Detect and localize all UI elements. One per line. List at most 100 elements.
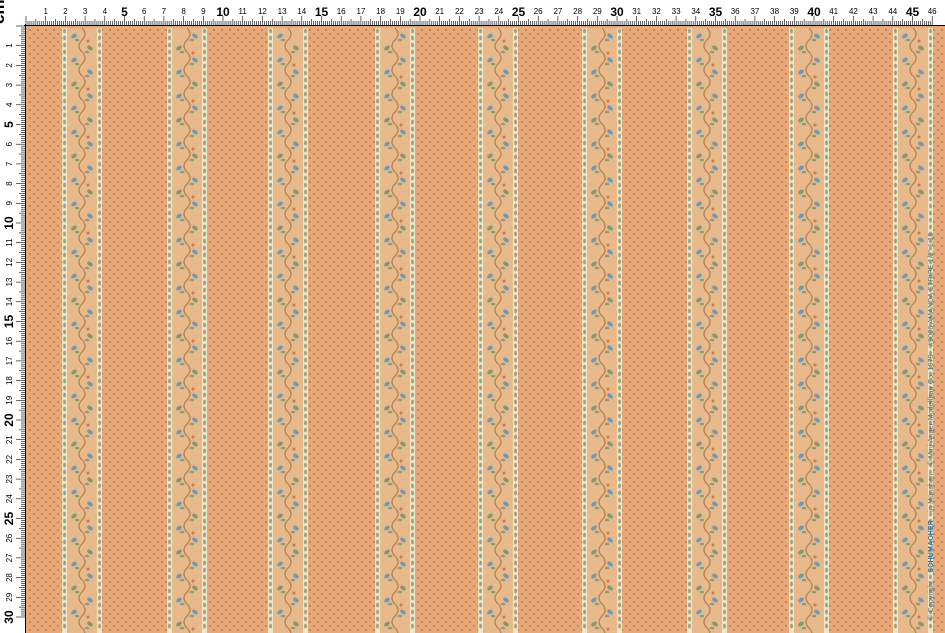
border-leaf [688, 35, 691, 41]
border-leaf [269, 462, 272, 468]
small-leaf [699, 422, 705, 426]
border-leaf [479, 378, 482, 384]
small-leaf [387, 194, 393, 198]
border-leaf [376, 406, 379, 412]
border-leaf [790, 231, 793, 237]
border-leaf [479, 581, 482, 587]
border-leaf [63, 623, 66, 629]
small-leaf [604, 518, 610, 522]
ruler-top-label: 23 [475, 7, 484, 16]
border-leaf [723, 399, 726, 405]
border-leaf [894, 427, 897, 433]
border-leaf [411, 553, 414, 559]
border-leaf [63, 119, 66, 125]
small-leaf [490, 470, 496, 474]
ruler-left-label: 3 [5, 82, 14, 87]
ruler-left-label: 15 [2, 315, 16, 329]
border-leaf [98, 189, 101, 195]
border-leaf [688, 497, 691, 503]
border-leaf [723, 133, 726, 139]
border-leaf [618, 532, 621, 538]
border-leaf [304, 140, 307, 146]
border-leaf [514, 546, 517, 552]
border-leaf [825, 231, 828, 237]
border-leaf [929, 112, 932, 118]
border-leaf [168, 511, 171, 517]
border-leaf [583, 434, 586, 440]
small-leaf [397, 470, 403, 474]
border-leaf [63, 553, 66, 559]
maker-text: © Mini Anger-Modellbau Co. 1979 [928, 354, 935, 466]
small-leaf [189, 206, 195, 210]
border-leaf [98, 406, 101, 412]
border-leaf [723, 161, 726, 167]
border-leaf [304, 161, 307, 167]
border-leaf [304, 259, 307, 265]
border-leaf [203, 161, 206, 167]
border-leaf [304, 119, 307, 125]
small-leaf [179, 362, 185, 366]
border-leaf [894, 35, 897, 41]
border-leaf [514, 476, 517, 482]
border-leaf [411, 609, 414, 615]
small-leaf [801, 578, 807, 582]
flower-bud [191, 579, 195, 583]
border-leaf [894, 539, 897, 545]
flower-bud [86, 567, 90, 571]
border-leaf [688, 147, 691, 153]
border-leaf [376, 532, 379, 538]
border-leaf [618, 168, 621, 174]
border-leaf [479, 623, 482, 629]
ruler-top-label: 45 [906, 5, 920, 19]
border-leaf [583, 616, 586, 622]
border-leaf [304, 287, 307, 293]
small-leaf [74, 182, 80, 186]
border-leaf [203, 469, 206, 475]
border-leaf [618, 581, 621, 587]
border-leaf [304, 217, 307, 223]
border-leaf [825, 182, 828, 188]
border-leaf [98, 315, 101, 321]
border-leaf [790, 462, 793, 468]
border-leaf [376, 231, 379, 237]
ruler-left-label: 11 [5, 238, 14, 247]
border-leaf [203, 399, 206, 405]
small-leaf [387, 338, 393, 342]
border-leaf [688, 119, 691, 125]
border-leaf [825, 448, 828, 454]
small-leaf [290, 146, 296, 150]
border-leaf [688, 259, 691, 265]
small-leaf [397, 494, 403, 498]
border-leaf [411, 392, 414, 398]
border-leaf [63, 84, 66, 90]
flower-bud [606, 243, 610, 247]
flower-bud [502, 423, 506, 427]
border-leaf [479, 574, 482, 580]
border-leaf [479, 182, 482, 188]
border-leaf [723, 490, 726, 496]
border-leaf [168, 441, 171, 447]
border-leaf [63, 462, 66, 468]
flower-bud [711, 207, 715, 211]
small-leaf [397, 158, 403, 162]
border-leaf [168, 413, 171, 419]
border-leaf [168, 462, 171, 468]
border-leaf [203, 574, 206, 580]
border-leaf [790, 581, 793, 587]
ruler-top-label: 6 [142, 7, 147, 16]
small-leaf [74, 590, 80, 594]
border-leaf [269, 623, 272, 629]
small-leaf [490, 62, 496, 66]
border-leaf [479, 224, 482, 230]
ruler-left-label: 27 [5, 553, 14, 562]
border-leaf [723, 469, 726, 475]
border-leaf [168, 490, 171, 496]
border-leaf [98, 42, 101, 48]
border-leaf [790, 42, 793, 48]
border-leaf [688, 252, 691, 258]
border-leaf [411, 539, 414, 545]
border-leaf [618, 140, 621, 146]
small-leaf [280, 278, 286, 282]
border-leaf [411, 161, 414, 167]
small-leaf [905, 518, 911, 522]
